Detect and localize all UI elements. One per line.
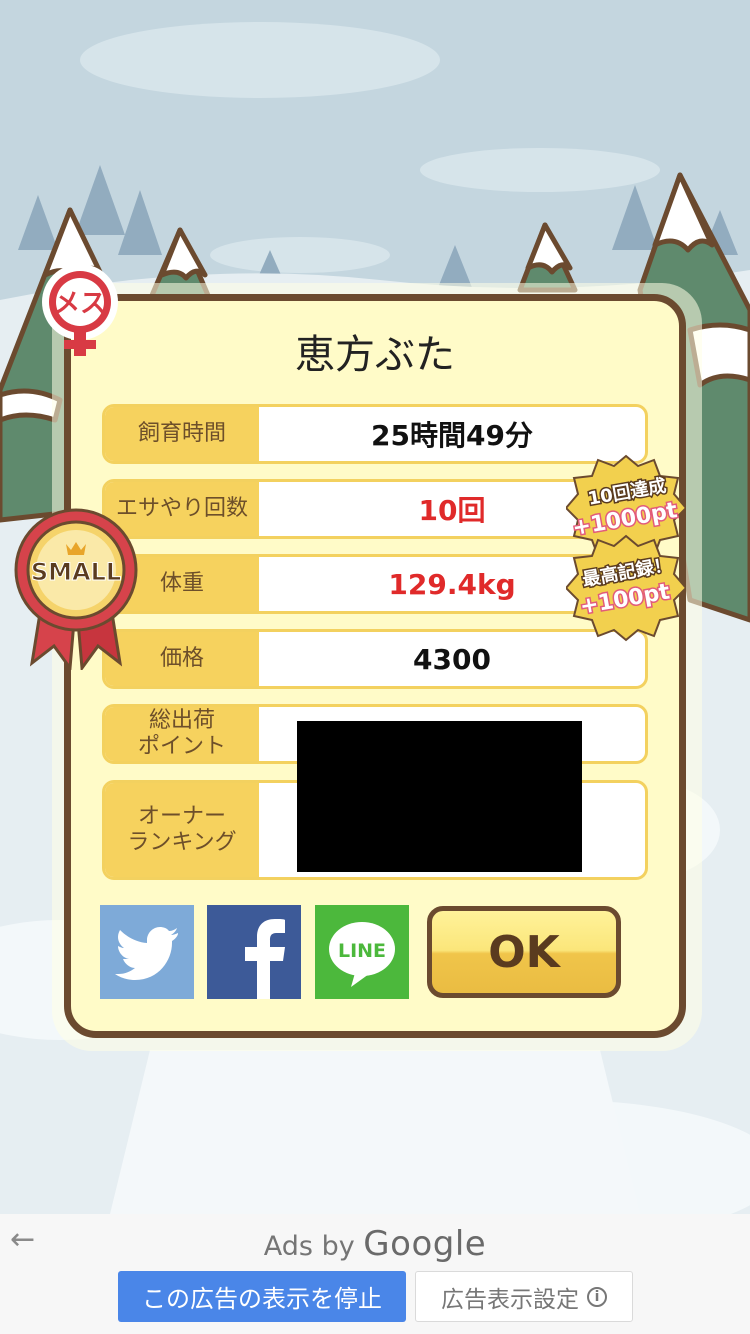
pig-name-title: 恵方ぶた	[295, 332, 455, 378]
ad-settings-label: 広告表示設定	[441, 1286, 579, 1313]
ok-button[interactable]: OK	[427, 906, 621, 998]
small-size-rosette: SMALL	[14, 508, 138, 670]
bonus-badge-record: 最高記録！ +100pt	[566, 534, 686, 642]
stat-label: 飼育時間	[105, 407, 259, 461]
redacted-area	[297, 721, 582, 872]
stop-showing-ad-button[interactable]: この広告の表示を停止	[118, 1271, 406, 1322]
ads-by-google: Ads by Google	[0, 1224, 750, 1264]
stat-label: 総出荷 ポイント	[105, 707, 259, 761]
line-share-button[interactable]: LINE	[315, 905, 409, 999]
facebook-share-button[interactable]	[207, 905, 301, 999]
stat-value: 25時間49分	[371, 419, 533, 452]
ad-settings-button[interactable]: 広告表示設定 i	[415, 1271, 633, 1322]
size-badge-text: SMALL	[31, 558, 121, 586]
twitter-share-button[interactable]	[100, 905, 194, 999]
line-label: LINE	[338, 940, 386, 962]
google-logo-text: Google	[363, 1224, 487, 1264]
female-gender-badge: メス	[42, 264, 118, 356]
gender-badge-text: メス	[54, 289, 106, 319]
ok-button-label: OK	[488, 926, 560, 978]
info-icon: i	[587, 1286, 607, 1307]
stat-label: オーナー ランキング	[105, 783, 259, 877]
ads-by-text: Ads by	[263, 1231, 355, 1262]
